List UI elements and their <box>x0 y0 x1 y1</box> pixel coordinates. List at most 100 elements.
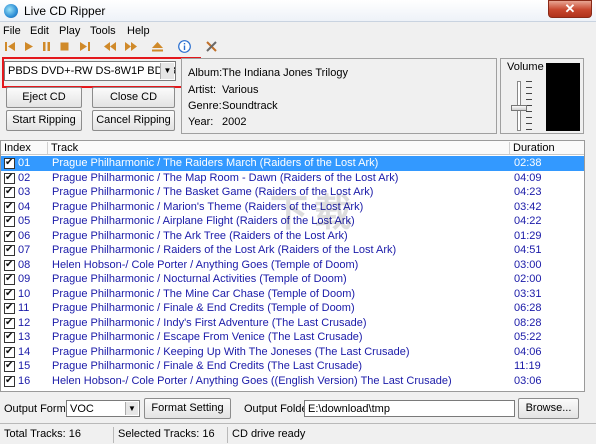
table-row[interactable]: 08 Helen Hobson-/ Cole Porter / Anything … <box>1 258 584 273</box>
table-row[interactable]: 16 Helen Hobson-/ Cole Porter / Anything … <box>1 374 584 389</box>
start-ripping-button[interactable]: Start Ripping <box>6 110 82 131</box>
menu-file[interactable]: File <box>3 25 21 37</box>
track-checkbox[interactable] <box>4 288 15 300</box>
chevron-down-icon[interactable]: ▼ <box>160 63 174 79</box>
prev-icon[interactable] <box>4 40 17 53</box>
column-index[interactable]: Index <box>1 142 48 154</box>
track-duration: 01:29 <box>514 229 542 242</box>
stop-icon[interactable] <box>58 40 71 53</box>
track-title: Prague Philharmonic / Marion's Theme (Ra… <box>52 200 364 213</box>
track-checkbox[interactable] <box>4 360 15 372</box>
track-checkbox[interactable] <box>4 230 15 242</box>
app-cd-icon <box>4 4 18 18</box>
pause-icon[interactable] <box>40 40 53 53</box>
track-table[interactable]: Index Track Duration 01 Prague Philharmon… <box>0 140 585 392</box>
track-title: Prague Philharmonic / The Basket Game (R… <box>52 186 374 198</box>
track-checkbox[interactable] <box>4 273 15 285</box>
table-row[interactable]: 13 Prague Philharmonic / Escape From Veni… <box>1 330 584 345</box>
track-index: 07 <box>18 244 31 256</box>
fast-forward-icon[interactable] <box>124 40 137 53</box>
volume-slider-thumb[interactable] <box>511 105 527 112</box>
track-index: 02 <box>18 171 31 184</box>
track-duration: 11:19 <box>514 360 541 372</box>
table-row[interactable]: 01 Prague Philharmonic / The Raiders Marc… <box>1 156 584 171</box>
cancel-ripping-button[interactable]: Cancel Ripping <box>92 110 175 131</box>
menu-help[interactable]: Help <box>127 25 150 37</box>
browse-button[interactable]: Browse... <box>518 398 579 419</box>
table-row[interactable]: 09 Prague Philharmonic / Nocturnal Activi… <box>1 272 584 287</box>
format-setting-button[interactable]: Format Setting <box>144 398 231 419</box>
table-row[interactable]: 11 Prague Philharmonic / Finale & End Cre… <box>1 301 584 316</box>
track-checkbox[interactable] <box>4 302 15 314</box>
track-checkbox[interactable] <box>4 186 15 198</box>
track-duration: 06:28 <box>514 302 542 314</box>
table-row[interactable]: 03 Prague Philharmonic / The Basket Game … <box>1 185 584 200</box>
table-row[interactable]: 07 Prague Philharmonic / Raiders of the L… <box>1 243 584 258</box>
table-row[interactable]: 14 Prague Philharmonic / Keeping Up With … <box>1 345 584 360</box>
info-icon[interactable] <box>178 40 191 53</box>
volume-level-meter <box>546 63 580 131</box>
track-checkbox[interactable] <box>4 215 15 227</box>
column-duration[interactable]: Duration <box>510 142 584 154</box>
menu-play[interactable]: Play <box>59 25 80 37</box>
track-checkbox[interactable] <box>4 375 15 387</box>
chevron-down-icon[interactable]: ▼ <box>125 402 138 415</box>
toolbar <box>0 40 596 55</box>
artist-label: Artist: <box>188 84 217 96</box>
table-row[interactable]: 06 Prague Philharmonic / The Ark Tree (Ra… <box>1 229 584 244</box>
table-row[interactable]: 02 Prague Philharmonic / The Map Room - D… <box>1 171 584 186</box>
track-checkbox[interactable] <box>4 172 15 184</box>
track-index: 13 <box>18 331 31 343</box>
output-folder-input[interactable]: E:\download\tmp <box>304 400 515 417</box>
track-checkbox[interactable] <box>4 157 15 169</box>
track-duration: 03:31 <box>514 287 542 300</box>
track-index: 10 <box>18 287 31 300</box>
year-label: Year: <box>188 116 214 128</box>
status-total-tracks: Total Tracks: 16 <box>4 428 82 440</box>
album-value: The Indiana Jones Trilogy <box>222 67 348 79</box>
table-row[interactable]: 10 Prague Philharmonic / The Mine Car Cha… <box>1 287 584 302</box>
track-index: 15 <box>18 360 31 372</box>
track-title: Prague Philharmonic / Raiders of the Los… <box>52 244 397 256</box>
status-drive: CD drive ready <box>227 427 309 443</box>
close-window-button[interactable]: ✕ <box>548 0 592 18</box>
status-bar: Total Tracks: 16 Selected Tracks: 16 CD … <box>0 423 596 444</box>
settings-icon[interactable] <box>205 40 218 53</box>
genre-value: Soundtrack <box>222 100 278 112</box>
menu-tools[interactable]: Tools <box>90 25 116 37</box>
track-checkbox[interactable] <box>4 244 15 256</box>
table-row[interactable]: 04 Prague Philharmonic / Marion's Theme (… <box>1 200 584 215</box>
cd-drive-select[interactable]: PBDS DVD+-RW DS-8W1P BD1B ▼ <box>4 61 176 81</box>
album-label: Album: <box>188 67 223 79</box>
track-checkbox[interactable] <box>4 259 15 271</box>
play-icon[interactable] <box>22 40 35 53</box>
track-index: 11 <box>18 302 30 314</box>
track-checkbox[interactable] <box>4 346 15 358</box>
rewind-icon[interactable] <box>104 40 117 53</box>
track-title: Prague Philharmonic / Finale & End Credi… <box>52 360 362 372</box>
window-edge <box>586 58 596 398</box>
menu-edit[interactable]: Edit <box>30 25 49 37</box>
table-row[interactable]: 15 Prague Philharmonic / Finale & End Cre… <box>1 359 584 374</box>
close-cd-button[interactable]: Close CD <box>92 87 175 108</box>
track-title: Prague Philharmonic / The Map Room - Daw… <box>52 171 399 184</box>
album-info-panel: Album: The Indiana Jones Trilogy Artist:… <box>181 58 497 134</box>
track-title: Prague Philharmonic / Airplane Flight (R… <box>52 215 355 227</box>
track-checkbox[interactable] <box>4 317 15 329</box>
table-row[interactable]: 05 Prague Philharmonic / Airplane Flight … <box>1 214 584 229</box>
track-duration: 02:00 <box>514 273 542 285</box>
artist-value: Various <box>222 84 259 96</box>
title-bar: Live CD Ripper ✕ <box>0 0 596 22</box>
table-row[interactable]: 12 Prague Philharmonic / Indy's First Adv… <box>1 316 584 331</box>
eject-icon[interactable] <box>151 40 164 53</box>
track-checkbox[interactable] <box>4 201 15 213</box>
output-format-label: Output Format <box>4 403 75 415</box>
column-track[interactable]: Track <box>48 142 510 154</box>
track-title: Helen Hobson-/ Cole Porter / Anything Go… <box>52 258 359 271</box>
output-format-select[interactable]: VOC ▼ <box>66 400 140 417</box>
next-icon[interactable] <box>78 40 91 53</box>
track-title: Prague Philharmonic / The Ark Tree (Raid… <box>52 229 348 242</box>
track-index: 09 <box>18 273 31 285</box>
eject-cd-button[interactable]: Eject CD <box>6 87 82 108</box>
track-checkbox[interactable] <box>4 331 15 343</box>
